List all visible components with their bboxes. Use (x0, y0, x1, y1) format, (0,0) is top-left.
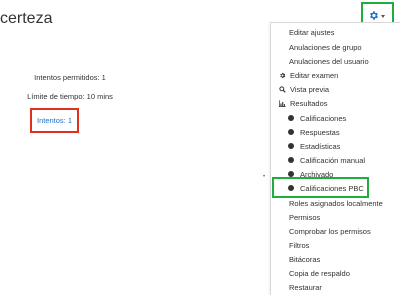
menu-item-responses[interactable]: Respuestas (288, 125, 388, 139)
menu-item-logs[interactable]: Bitácoras (289, 252, 389, 266)
bullet-icon (288, 143, 294, 149)
menu-item-responses-label: Respuestas (300, 127, 340, 137)
caret-down-icon (381, 14, 385, 18)
menu-item-grades[interactable]: Calificaciones (288, 111, 388, 125)
pbc-highlight-box (272, 177, 369, 198)
menu-item-grades-label: Calificaciones (300, 113, 347, 123)
menu-item-check-permissions-label: Comprobar los permisos (289, 226, 371, 236)
bullet-icon (288, 115, 294, 121)
gear-icon (368, 10, 379, 21)
menu-item-statistics[interactable]: Estadísticas (288, 139, 388, 153)
bullet-icon (288, 129, 294, 135)
menu-item-results[interactable]: Resultados (279, 96, 389, 110)
menu-item-restore-label: Restaurar (289, 282, 322, 292)
menu-item-preview-label: Vista previa (290, 84, 330, 94)
menu-item-check-permissions[interactable]: Comprobar los permisos (289, 224, 389, 238)
menu-item-edit-settings[interactable]: Editar ajustes (289, 25, 389, 39)
menu-item-statistics-label: Estadísticas (300, 141, 341, 151)
menu-item-filters[interactable]: Filtros (289, 238, 389, 252)
page-title: certeza (0, 10, 53, 27)
menu-item-restore[interactable]: Restaurar (289, 280, 389, 294)
attempts-highlight-box: Intentos: 1 (30, 108, 79, 133)
menu-item-local-roles[interactable]: Roles asignados localmente (289, 196, 394, 210)
menu-item-permissions[interactable]: Permisos (289, 210, 389, 224)
menu-item-backup-label: Copia de respaldo (289, 268, 350, 278)
bar-chart-icon (279, 99, 286, 107)
attempts-allowed-text: Intentos permitidos: 1 (34, 73, 106, 82)
menu-item-filters-label: Filtros (289, 240, 310, 250)
small-bullet-icon: • (263, 174, 266, 180)
menu-item-manual-grading[interactable]: Calificación manual (288, 153, 388, 167)
menu-item-group-overrides-label: Anulaciones de grupo (289, 42, 362, 52)
menu-item-permissions-label: Permisos (289, 212, 321, 222)
time-limit-text: Límite de tiempo: 10 mins (27, 92, 113, 101)
menu-item-logs-label: Bitácoras (289, 254, 321, 264)
magnifier-icon (279, 85, 286, 93)
menu-item-preview[interactable]: Vista previa (279, 82, 389, 96)
bullet-icon (288, 157, 294, 163)
attempts-link[interactable]: Intentos: 1 (37, 116, 72, 125)
menu-item-edit-settings-label: Editar ajustes (289, 27, 335, 37)
menu-item-edit-quiz[interactable]: Editar examen (279, 68, 389, 82)
menu-item-backup[interactable]: Copia de respaldo (289, 266, 389, 280)
menu-item-group-overrides[interactable]: Anulaciones de grupo (289, 40, 389, 54)
menu-item-user-overrides-label: Anulaciones del usuario (289, 56, 369, 66)
menu-item-user-overrides[interactable]: Anulaciones del usuario (289, 54, 394, 68)
menu-item-edit-quiz-label: Editar examen (290, 70, 339, 80)
gear-small-icon (279, 72, 286, 79)
menu-item-manual-grading-label: Calificación manual (300, 155, 366, 165)
menu-item-results-label: Resultados (290, 98, 328, 108)
menu-item-local-roles-label: Roles asignados localmente (289, 198, 383, 208)
